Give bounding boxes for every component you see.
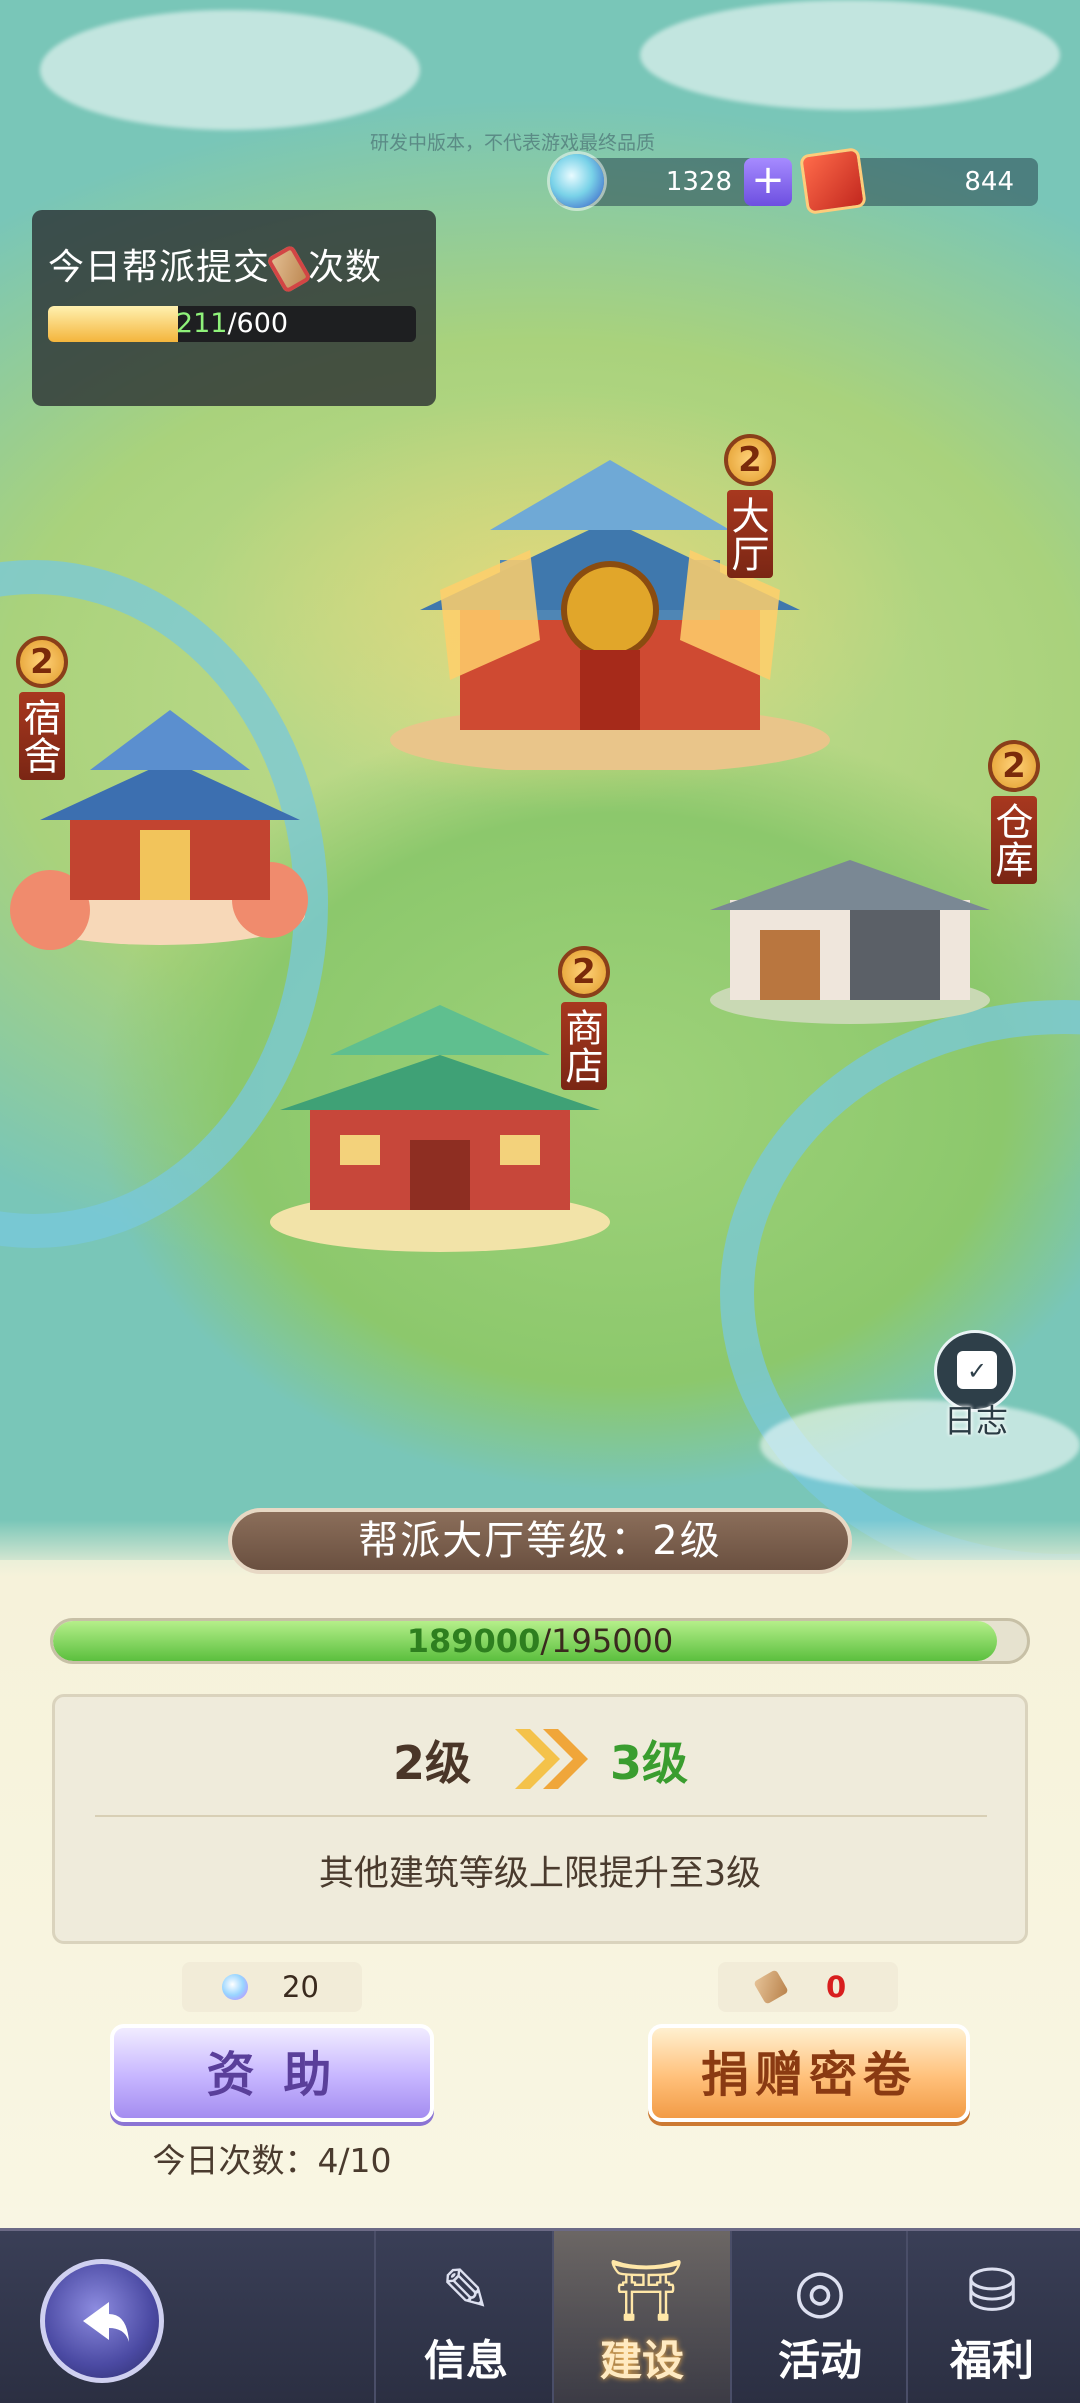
gem-value: 1328 <box>665 167 732 197</box>
fire-book-icon <box>802 150 864 212</box>
donate-button[interactable]: 资 助 <box>110 2024 434 2122</box>
tab-activity[interactable]: ◎ 活动 <box>732 2231 908 2403</box>
guild-map[interactable]: 2 大厅 2 宿舍 2 仓库 2 商店 研发中版本，不代表游戏最终品质 1328… <box>0 0 1080 1560</box>
submit-title-pre: 今日帮派提交 <box>48 247 271 288</box>
hall-level-badge: 2 <box>724 434 776 486</box>
upgrade-info-box: 2级 3级 其他建筑等级上限提升至3级 <box>52 1694 1028 1944</box>
book-currency: 844 <box>802 150 1038 212</box>
tab-info[interactable]: ✎ 信息 <box>378 2231 554 2403</box>
tab-info-label: 信息 <box>423 2336 508 2385</box>
submit-max: /600 <box>227 308 289 339</box>
tab-build[interactable]: ⛩ 建设 <box>554 2231 730 2403</box>
tab-divider <box>374 2231 376 2403</box>
exp-max: /195000 <box>540 1622 674 1660</box>
cloud <box>760 1400 1080 1490</box>
info-icon: ✎ <box>440 2256 492 2326</box>
dorm-level-badge: 2 <box>16 636 68 688</box>
log-button[interactable]: 日志 <box>932 1330 1020 1440</box>
shop-level-badge: 2 <box>558 946 610 998</box>
today-count: 今日次数：4/10 <box>152 2141 392 2180</box>
tab-welfare[interactable]: ⛁ 福利 <box>904 2231 1080 2403</box>
shop-name: 商店 <box>559 1002 607 1090</box>
log-label: 日志 <box>943 1402 1008 1440</box>
cloud <box>40 10 420 130</box>
scroll-icon <box>266 244 313 294</box>
hall-badge[interactable]: 2 大厅 <box>724 434 776 578</box>
exp-progress-text: 189000/195000 <box>53 1621 1027 1661</box>
gem-icon <box>550 154 604 208</box>
activity-icon: ◎ <box>793 2256 847 2326</box>
tab-build-label: 建设 <box>599 2336 684 2385</box>
add-gem-button[interactable]: + <box>744 158 792 206</box>
submit-current: 211 <box>175 308 228 339</box>
upgrade-description: 其他建筑等级上限提升至3级 <box>318 1854 762 1894</box>
level-from: 2级 <box>393 1736 472 1790</box>
calendar-icon <box>957 1351 997 1389</box>
scroll-cost: 0 <box>718 1962 898 2012</box>
book-value: 844 <box>964 167 1014 197</box>
gift-chest-icon: ⛁ <box>966 2256 1018 2326</box>
warehouse-building[interactable] <box>700 820 1000 1030</box>
donate-cost: 20 <box>182 1962 362 2012</box>
dorm-badge[interactable]: 2 宿舍 <box>16 636 68 780</box>
level-to: 3级 <box>610 1736 689 1790</box>
donate-scroll-button[interactable]: 捐赠密卷 <box>648 2024 970 2122</box>
warehouse-badge[interactable]: 2 仓库 <box>988 740 1040 884</box>
gem-icon <box>222 1974 248 2000</box>
dorm-name: 宿舍 <box>17 692 65 780</box>
warehouse-level-badge: 2 <box>988 740 1040 792</box>
scroll-cost-value: 0 <box>826 1970 847 2004</box>
shop-badge[interactable]: 2 商店 <box>558 946 610 1090</box>
back-arrow-icon <box>83 2302 129 2342</box>
tab-welfare-label: 福利 <box>949 2336 1034 2385</box>
warehouse-name: 仓库 <box>989 796 1037 884</box>
scroll-icon <box>753 1969 789 2005</box>
hall-name: 大厅 <box>725 490 773 578</box>
exp-current: 189000 <box>406 1622 541 1660</box>
gem-currency: 1328 <box>550 154 756 208</box>
submit-title: 今日帮派提交 次数 <box>48 238 383 294</box>
tab-activity-label: 活动 <box>777 2336 862 2385</box>
build-icon: ⛩ <box>608 2256 685 2326</box>
divider <box>95 1815 987 1817</box>
dev-watermark: 研发中版本，不代表游戏最终品质 <box>370 132 656 154</box>
donate-cost-value: 20 <box>282 1970 319 2004</box>
upgrade-arrow-icon <box>515 1729 588 1789</box>
submit-title-post: 次数 <box>308 247 383 288</box>
hall-level-banner: 帮派大厅等级：2级 <box>228 1508 852 1574</box>
cloud <box>640 0 1060 110</box>
exp-progress-bar: 189000/195000 <box>50 1618 1030 1664</box>
bottom-nav: ✎ 信息 ⛩ 建设 ◎ 活动 ⛁ 福利 <box>0 2228 1080 2403</box>
submit-progress-bar: 211/600 <box>48 306 416 342</box>
daily-submit-panel: 今日帮派提交 次数 211/600 <box>32 210 436 406</box>
submit-progress-text: 211/600 <box>48 306 416 342</box>
back-button[interactable] <box>40 2259 164 2383</box>
